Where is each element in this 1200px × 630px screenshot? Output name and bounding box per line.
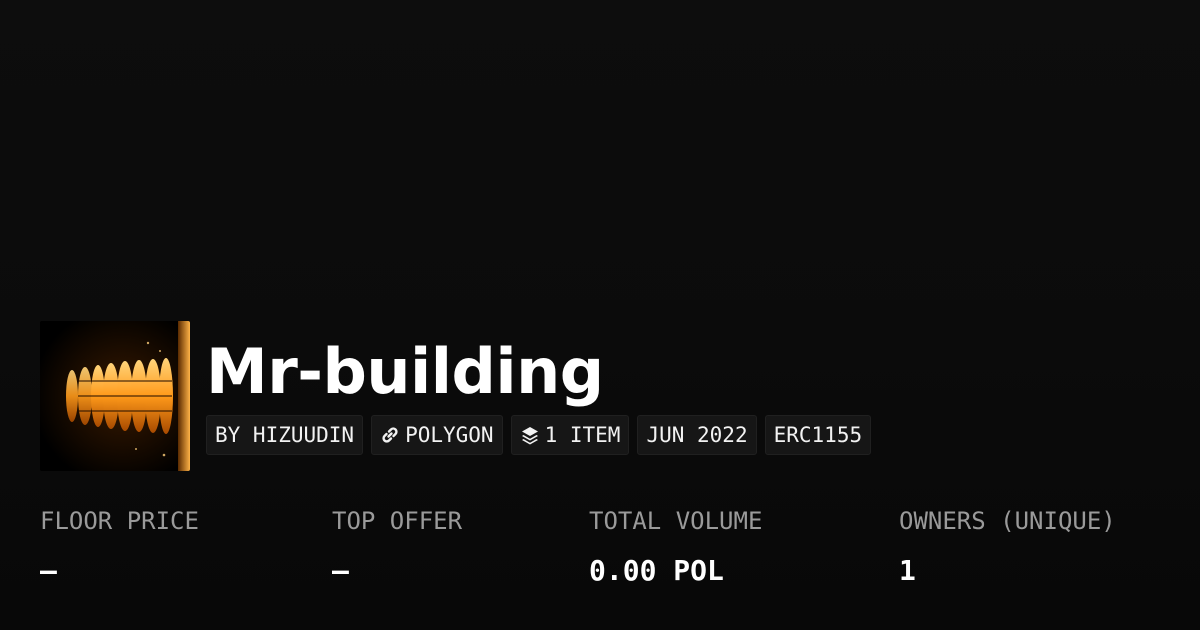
floor-price-label: FLOOR PRICE [40, 507, 199, 535]
floor-price-value: – [40, 554, 57, 587]
creator-tag[interactable]: BY HIZUUDIN [206, 415, 364, 455]
collection-title: Mr-building [206, 335, 604, 408]
total-volume-value: 0.00 POL [589, 554, 724, 587]
creator-tag-label: BY HIZUUDIN [215, 423, 355, 447]
top-offer-value: – [332, 554, 349, 587]
top-offer-label: TOP OFFER [332, 507, 463, 535]
collection-tags: BY HIZUUDIN POLYGON 1 ITEM JUN 2022 ERC1… [206, 415, 872, 455]
floor-price-stat: FLOOR PRICE – [40, 505, 199, 587]
owners-stat: OWNERS (UNIQUE) 1 [899, 505, 1116, 587]
total-volume-stat: TOTAL VOLUME 0.00 POL [589, 505, 762, 587]
date-tag-label: JUN 2022 [646, 423, 748, 447]
chain-tag-label: POLYGON [405, 423, 494, 447]
items-tag-label: 1 ITEM [544, 423, 621, 447]
chain-tag[interactable]: POLYGON [371, 415, 503, 455]
collection-thumbnail [40, 321, 190, 471]
standard-tag: ERC1155 [764, 415, 872, 455]
owners-label: OWNERS (UNIQUE) [899, 507, 1116, 535]
layers-icon [520, 425, 540, 445]
items-tag[interactable]: 1 ITEM [510, 415, 630, 455]
link-icon [380, 425, 400, 445]
top-offer-stat: TOP OFFER – [332, 505, 462, 587]
total-volume-label: TOTAL VOLUME [589, 507, 763, 535]
standard-tag-label: ERC1155 [773, 423, 863, 447]
illuminated-tower-image [40, 321, 190, 471]
owners-value: 1 [899, 554, 916, 587]
date-tag: JUN 2022 [637, 415, 757, 455]
